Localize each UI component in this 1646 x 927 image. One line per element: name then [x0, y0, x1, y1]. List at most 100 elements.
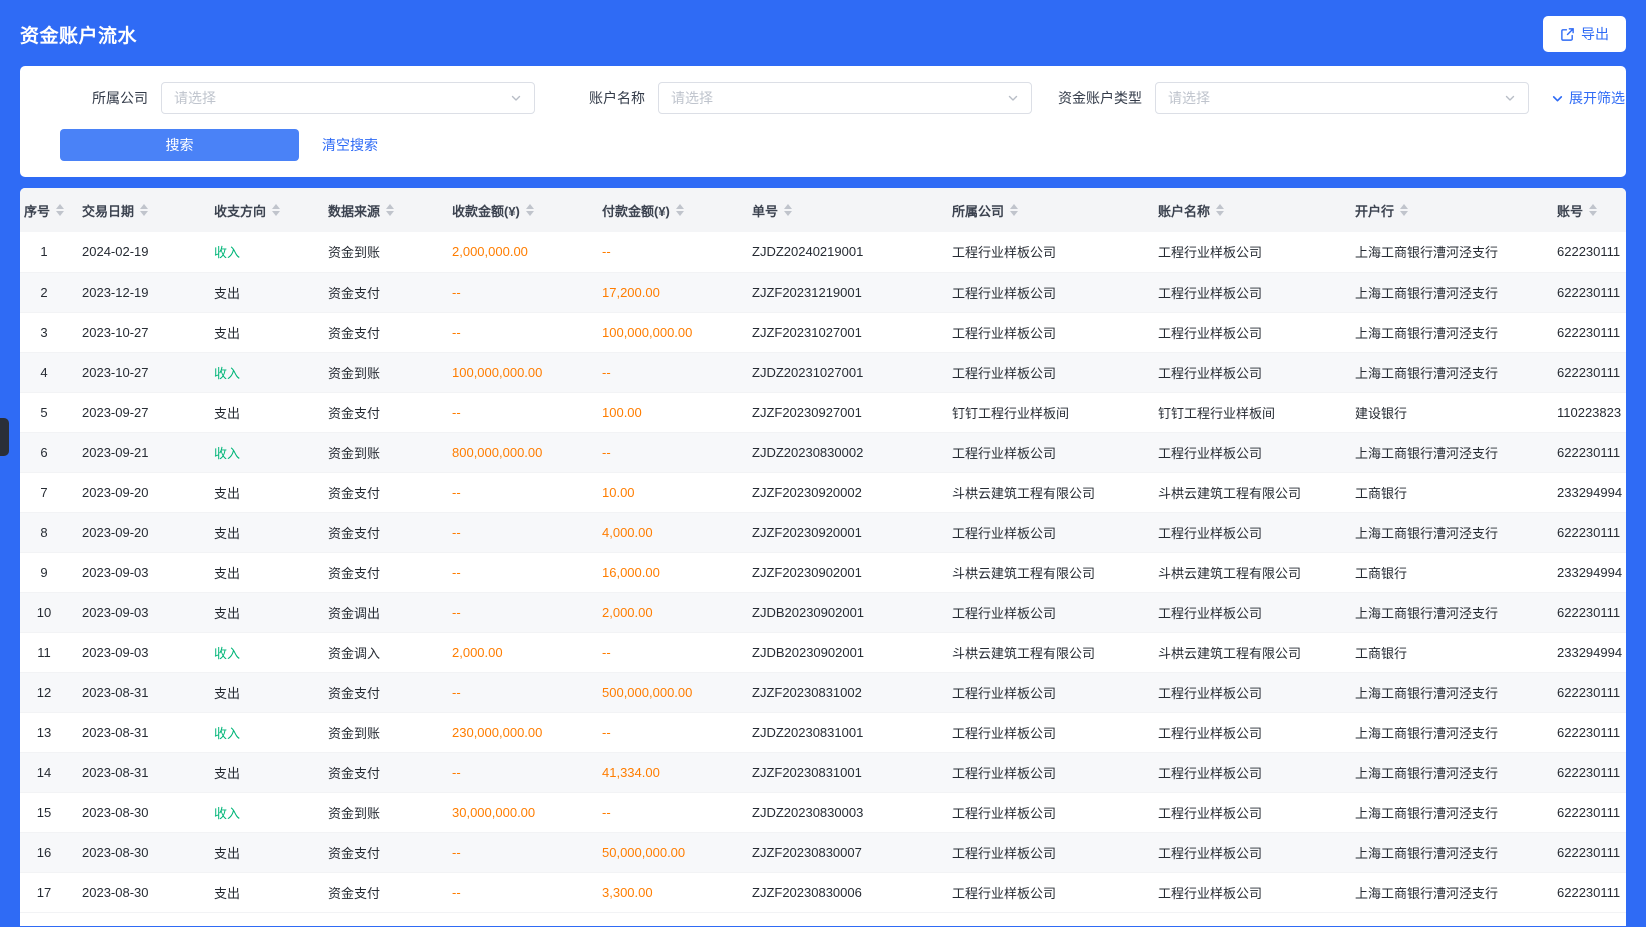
- column-header[interactable]: 所属公司: [938, 188, 1144, 232]
- cell-receive-amount: --: [438, 552, 588, 592]
- search-button[interactable]: 搜索: [60, 129, 299, 161]
- cell-bank: 上海工商银行漕河泾支行: [1341, 512, 1543, 552]
- cell-receive-amount: 100,000,000.00: [438, 352, 588, 392]
- column-header[interactable]: 序号: [20, 188, 68, 232]
- sort-icon[interactable]: [56, 204, 64, 216]
- cell-direction: 支出: [200, 752, 314, 792]
- cell-source: 资金支付: [314, 552, 438, 592]
- expand-filters-link[interactable]: 展开筛选: [1551, 88, 1625, 108]
- sort-icon[interactable]: [1010, 204, 1018, 216]
- column-header[interactable]: 付款金额(¥): [588, 188, 738, 232]
- cell-index: 15: [20, 792, 68, 832]
- column-header[interactable]: 单号: [738, 188, 938, 232]
- column-header[interactable]: 交易日期: [68, 188, 200, 232]
- cell-account-name: 工程行业样板公司: [1144, 432, 1341, 472]
- export-icon: [1560, 27, 1575, 42]
- chevron-down-icon: [510, 92, 522, 104]
- cell-order-no: ZJZF20230831001: [738, 752, 938, 792]
- filter-field-account-name: 账户名称 请选择: [557, 82, 1032, 114]
- cell-bank: 建设银行: [1341, 392, 1543, 432]
- cell-pay-amount: 3,300.00: [588, 872, 738, 912]
- sort-icon[interactable]: [1400, 204, 1408, 216]
- account-name-select[interactable]: 请选择: [658, 82, 1032, 114]
- cell-order-no: ZJDZ20230831001: [738, 712, 938, 752]
- cell-date: 2023-08-30: [68, 872, 200, 912]
- cell-order-no: ZJZF20230902001: [738, 552, 938, 592]
- cell-direction: 支出: [200, 872, 314, 912]
- cell-source: 资金到账: [314, 792, 438, 832]
- table-row: 22023-12-19支出资金支付--17,200.00ZJZF20231219…: [20, 272, 1626, 312]
- sort-icon[interactable]: [386, 204, 394, 216]
- cell-date: 2023-08-31: [68, 672, 200, 712]
- column-header[interactable]: 账号: [1543, 188, 1626, 232]
- cell-receive-amount: 2,000.00: [438, 632, 588, 672]
- company-select[interactable]: 请选择: [161, 82, 535, 114]
- cell-account-name: 工程行业样板公司: [1144, 592, 1341, 632]
- cell-date: 2023-09-20: [68, 472, 200, 512]
- sort-icon[interactable]: [272, 204, 280, 216]
- column-header-label: 收款金额(¥): [452, 204, 520, 219]
- cell-receive-amount: --: [438, 392, 588, 432]
- cell-date: 2023-09-27: [68, 392, 200, 432]
- cell-pay-amount: 17,200.00: [588, 272, 738, 312]
- column-header[interactable]: 数据来源: [314, 188, 438, 232]
- cell-source: 资金调入: [314, 632, 438, 672]
- cell-company: 工程行业样板公司: [938, 752, 1144, 792]
- cell-direction: 支出: [200, 512, 314, 552]
- column-header-label: 账号: [1557, 204, 1583, 219]
- cell-pay-amount: 100,000,000.00: [588, 312, 738, 352]
- cell-account-no: 622230111: [1543, 592, 1626, 632]
- account-type-select[interactable]: 请选择: [1155, 82, 1529, 114]
- cell-direction: 支出: [200, 592, 314, 632]
- cell-bank: 上海工商银行漕河泾支行: [1341, 272, 1543, 312]
- column-header-label: 账户名称: [1158, 204, 1210, 219]
- cell-bank: 上海工商银行漕河泾支行: [1341, 832, 1543, 872]
- cell-receive-amount: --: [438, 512, 588, 552]
- cell-index: 16: [20, 832, 68, 872]
- cell-receive-amount: --: [438, 592, 588, 632]
- cell-order-no: ZJZF20230831002: [738, 672, 938, 712]
- column-header[interactable]: 收支方向: [200, 188, 314, 232]
- column-header[interactable]: 账户名称: [1144, 188, 1341, 232]
- cell-account-name: 工程行业样板公司: [1144, 672, 1341, 712]
- cell-company: 斗栱云建筑工程有限公司: [938, 632, 1144, 672]
- table-row: 72023-09-20支出资金支付--10.00ZJZF20230920002斗…: [20, 472, 1626, 512]
- column-header[interactable]: 收款金额(¥): [438, 188, 588, 232]
- cell-index: 4: [20, 352, 68, 392]
- cell-account-no: 622230111: [1543, 752, 1626, 792]
- cell-account-no: 622230111: [1543, 312, 1626, 352]
- cell-company: 工程行业样板公司: [938, 512, 1144, 552]
- sort-icon[interactable]: [526, 204, 534, 216]
- cell-source: 资金到账: [314, 712, 438, 752]
- filter-field-account-type: 资金账户类型 请选择: [1054, 82, 1529, 114]
- cell-company: 工程行业样板公司: [938, 592, 1144, 632]
- column-header-label: 开户行: [1355, 204, 1394, 219]
- cell-bank: 上海工商银行漕河泾支行: [1341, 592, 1543, 632]
- cell-direction: 支出: [200, 312, 314, 352]
- cell-account-name: 斗栱云建筑工程有限公司: [1144, 472, 1341, 512]
- cell-pay-amount: --: [588, 712, 738, 752]
- cell-account-name: 工程行业样板公司: [1144, 312, 1341, 352]
- sort-icon[interactable]: [1216, 204, 1224, 216]
- sort-icon[interactable]: [784, 204, 792, 216]
- column-header[interactable]: 开户行: [1341, 188, 1543, 232]
- column-header-label: 数据来源: [328, 204, 380, 219]
- expand-filters-label: 展开筛选: [1569, 88, 1625, 108]
- filter-row: 所属公司 请选择 账户名称 请选择 资金账户类型: [60, 82, 1596, 114]
- cell-company: 工程行业样板公司: [938, 672, 1144, 712]
- sort-icon[interactable]: [1589, 204, 1597, 216]
- cell-order-no: ZJDZ20230830002: [738, 432, 938, 472]
- export-button-label: 导出: [1581, 24, 1609, 44]
- cell-receive-amount: --: [438, 872, 588, 912]
- cell-source: 资金到账: [314, 232, 438, 272]
- cell-source: 资金到账: [314, 352, 438, 392]
- table-row: 172023-08-30支出资金支付--3,300.00ZJZF20230830…: [20, 872, 1626, 912]
- export-button[interactable]: 导出: [1543, 16, 1626, 52]
- cell-index: 10: [20, 592, 68, 632]
- sort-icon[interactable]: [140, 204, 148, 216]
- sort-icon[interactable]: [676, 204, 684, 216]
- cell-account-no: 110223823: [1543, 392, 1626, 432]
- cell-date: 2023-08-30: [68, 792, 200, 832]
- clear-search-link[interactable]: 清空搜索: [322, 135, 378, 155]
- drawer-collapse-handle[interactable]: [0, 418, 9, 456]
